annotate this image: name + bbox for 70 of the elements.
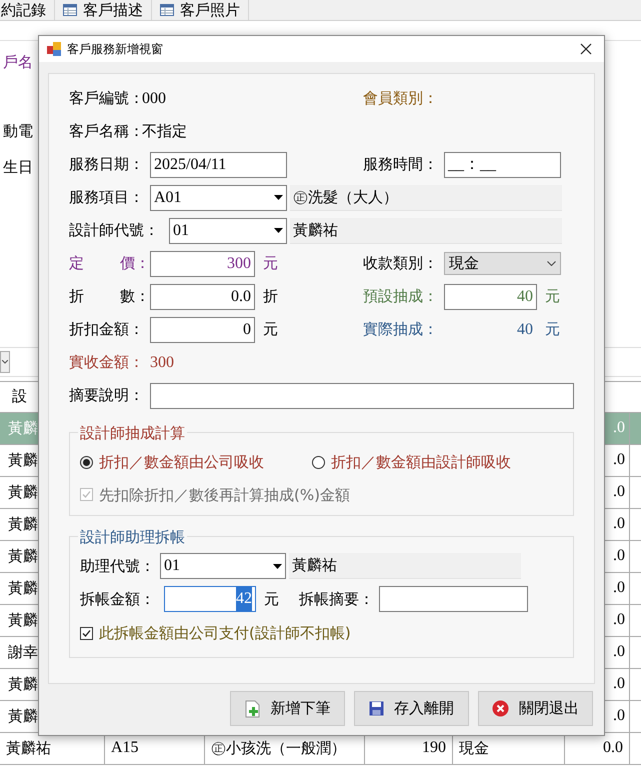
field-label: 生日 xyxy=(2,157,33,178)
unit-label: 元 xyxy=(263,253,278,274)
input-field[interactable]: 2025/04/11 xyxy=(150,152,287,178)
input-field[interactable]: 0.0 xyxy=(150,284,255,310)
caret-icon xyxy=(274,195,283,200)
tab[interactable]: 約記錄 xyxy=(0,0,55,20)
field-label: 實收金額： xyxy=(69,352,145,374)
field-label: 收款類別： xyxy=(363,253,439,274)
input-field[interactable] xyxy=(379,586,528,612)
field-value: 300 xyxy=(150,352,174,372)
field-label: 服務項目： xyxy=(69,187,145,208)
unit-label: 元 xyxy=(263,319,278,340)
dialog-button[interactable]: 關閉退出 xyxy=(478,691,593,726)
field-label: 服務時間： xyxy=(363,154,439,176)
field-label: 設計師代號： xyxy=(69,220,160,242)
unit-label: 折 xyxy=(263,286,278,308)
field-label: 客戶編號： xyxy=(69,88,142,110)
save-icon xyxy=(369,701,384,716)
field-label: 服務日期： xyxy=(69,154,145,176)
field-label: 折 數： xyxy=(69,286,150,308)
dialog-button[interactable]: 存入離開 xyxy=(354,691,469,726)
field-label: 拆帳摘要： xyxy=(299,588,375,610)
field-value: 000 xyxy=(142,88,166,108)
field-label: 實際抽成： xyxy=(363,319,439,340)
add-document-icon xyxy=(244,700,260,718)
tab[interactable]: 客戶照片 xyxy=(152,0,249,20)
field-label: 客戶名稱： xyxy=(69,121,142,142)
field-label: 戶名 xyxy=(2,52,33,73)
field-label: 定 價： xyxy=(69,253,150,274)
input-field[interactable]: 0 xyxy=(150,316,255,342)
table-icon xyxy=(160,4,174,16)
name-display: 黃麟祐 xyxy=(290,218,562,244)
unit-label: 元 xyxy=(264,588,279,610)
input-field[interactable]: 40 xyxy=(444,284,537,310)
checkbox[interactable] xyxy=(80,626,93,640)
name-display: ㊣洗髮（大人） xyxy=(290,184,562,210)
window-title: 客戶服務新增視窗 xyxy=(67,41,163,58)
radio-button[interactable] xyxy=(80,456,93,469)
dialog-button[interactable]: 新增下筆 xyxy=(230,691,345,726)
tab[interactable]: 客戶描述 xyxy=(55,0,152,20)
caret-icon xyxy=(273,564,282,568)
dropdown[interactable]: 01 xyxy=(169,218,287,244)
option-label: 折扣／數金額由設計師吸收 xyxy=(331,452,511,473)
radio-button[interactable] xyxy=(312,456,325,469)
input-field[interactable] xyxy=(150,382,574,408)
caret-icon xyxy=(274,228,283,233)
select-box[interactable]: 現金 xyxy=(444,252,561,275)
unit-label: 元 xyxy=(545,319,560,340)
column-header: 設 xyxy=(12,386,27,408)
field-label: 會員類別： xyxy=(363,88,439,110)
input-field[interactable]: __：__ xyxy=(444,152,561,178)
input-field[interactable]: 42 xyxy=(164,586,256,612)
name-display: 黃麟祐 xyxy=(289,553,521,579)
field-value: 不指定 xyxy=(142,121,187,142)
chevron-icon xyxy=(547,261,556,266)
field-label: 折扣金額： xyxy=(69,319,145,340)
dropdown[interactable]: 01 xyxy=(160,553,286,579)
input-field[interactable]: 300 xyxy=(150,250,255,276)
close-icon[interactable] xyxy=(580,43,592,55)
field-value: 40 xyxy=(516,320,534,340)
dropdown[interactable] xyxy=(0,350,10,372)
field-label: 動電 xyxy=(2,120,33,142)
unit-label: 元 xyxy=(545,286,560,308)
table-icon xyxy=(63,4,77,16)
dropdown[interactable]: A01 xyxy=(150,184,287,210)
field-label: 預設抽成： xyxy=(363,286,439,308)
chevron-icon xyxy=(2,360,8,364)
close-icon xyxy=(492,700,509,717)
field-label: 摘要說明： xyxy=(69,385,145,406)
app-icon xyxy=(47,42,61,56)
